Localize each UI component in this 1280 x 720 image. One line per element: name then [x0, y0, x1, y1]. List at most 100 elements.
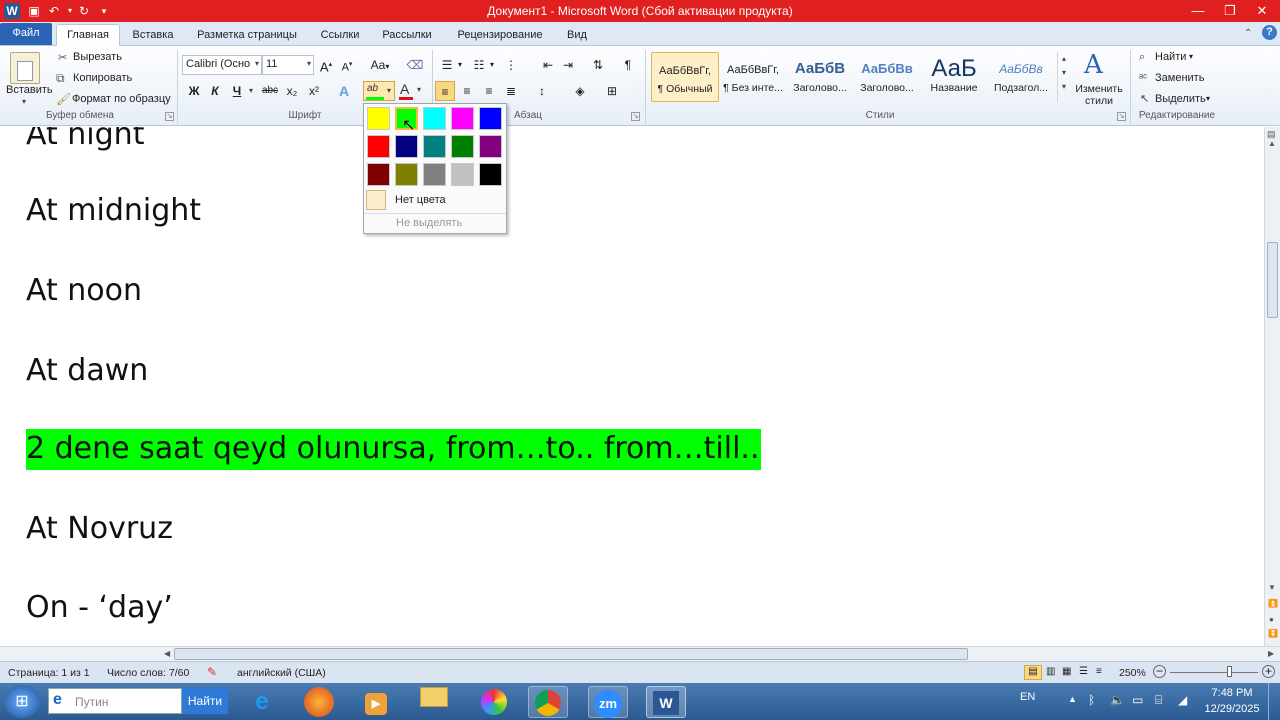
change-case-button[interactable]: Aa▾: [367, 55, 393, 75]
search-button[interactable]: Найти: [182, 688, 228, 714]
print-layout-icon[interactable]: ▤: [1024, 665, 1042, 680]
zoom-app-icon[interactable]: zm: [588, 686, 628, 718]
chevron-down-icon[interactable]: ▾: [417, 85, 421, 94]
clock-time[interactable]: 7:48 PM: [1204, 687, 1260, 699]
full-screen-reading-icon[interactable]: ▥: [1046, 666, 1055, 677]
bold-button[interactable]: Ж: [184, 81, 204, 101]
change-styles-button[interactable]: Изменить стили: [1072, 83, 1126, 107]
show-desktop-button[interactable]: [1268, 683, 1280, 720]
maximize-button[interactable]: ❐: [1214, 0, 1246, 22]
paste-icon[interactable]: [10, 52, 40, 84]
copy-icon[interactable]: ⧉: [56, 71, 65, 86]
colorful-app-icon[interactable]: [474, 686, 514, 718]
bluetooth-icon[interactable]: ᛒ: [1088, 693, 1095, 707]
close-button[interactable]: ✕: [1246, 0, 1278, 22]
cut-button[interactable]: Вырезать: [73, 51, 122, 63]
tray-expand-icon[interactable]: ▲: [1068, 694, 1077, 704]
strikethrough-button[interactable]: abc: [260, 81, 280, 101]
superscript-button[interactable]: x²: [304, 81, 324, 101]
signal-icon[interactable]: ◢: [1178, 693, 1187, 707]
scroll-down-icon[interactable]: ▼: [1268, 583, 1276, 592]
color-swatch[interactable]: [451, 163, 474, 186]
color-swatch[interactable]: [367, 135, 390, 158]
web-layout-icon[interactable]: ▦: [1062, 666, 1071, 677]
style-heading-1[interactable]: АаБбВ Заголово...: [786, 52, 854, 102]
highlight-button[interactable]: ab ▾: [363, 81, 395, 101]
start-button-icon[interactable]: ⊞: [4, 685, 40, 718]
select-button[interactable]: Выделить: [1155, 93, 1206, 105]
chevron-down-icon[interactable]: ▾: [255, 59, 259, 68]
change-styles-icon[interactable]: A: [1084, 50, 1103, 80]
binoculars-icon[interactable]: ⌕: [1139, 51, 1145, 64]
chevron-down-icon[interactable]: ▾: [307, 59, 311, 68]
subscript-button[interactable]: x₂: [282, 81, 302, 101]
display-icon[interactable]: ▭: [1132, 693, 1143, 707]
horizontal-scroll-thumb[interactable]: [174, 648, 968, 660]
search-input[interactable]: Путин: [75, 695, 108, 709]
file-explorer-icon[interactable]: [414, 686, 454, 718]
scroll-right-icon[interactable]: ▶: [1268, 649, 1274, 658]
font-family-combo[interactable]: Calibri (Осно ▾: [182, 55, 262, 75]
grow-font-button[interactable]: A▴: [316, 55, 336, 75]
tab-page-layout[interactable]: Разметка страницы: [190, 26, 304, 46]
draft-icon[interactable]: ≡: [1096, 666, 1102, 677]
bullets-icon[interactable]: ☰: [437, 55, 457, 75]
increase-indent-icon[interactable]: ⇥: [558, 55, 578, 75]
zoom-level[interactable]: 250%: [1119, 667, 1146, 679]
color-swatch[interactable]: [367, 163, 390, 186]
tab-file[interactable]: Файл: [0, 23, 52, 45]
media-player-icon[interactable]: ▶: [356, 686, 396, 718]
scissors-icon[interactable]: ✂: [58, 51, 67, 64]
language-indicator[interactable]: английский (США): [237, 667, 326, 679]
format-painter-button[interactable]: Формат по образцу: [72, 93, 171, 105]
multilevel-list-icon[interactable]: ⋮: [501, 55, 521, 75]
document-page[interactable]: At night At midnight At noon At dawn 2 d…: [0, 127, 1264, 646]
doc-line[interactable]: At Novruz: [26, 511, 173, 546]
doc-line[interactable]: On - ‘day’: [26, 590, 173, 625]
style-subtitle[interactable]: АаБбВв Подзагол...: [987, 52, 1055, 102]
tab-mailings[interactable]: Рассылки: [376, 26, 438, 46]
zoom-slider-thumb[interactable]: [1227, 666, 1232, 677]
doc-line[interactable]: At midnight: [26, 193, 201, 228]
search-box[interactable]: e Путин: [48, 688, 182, 714]
word-count[interactable]: Число слов: 7/60: [107, 667, 189, 679]
format-painter-icon[interactable]: 🖌: [56, 92, 71, 106]
next-page-icon[interactable]: ⏬: [1268, 629, 1278, 638]
zoom-in-icon[interactable]: +: [1262, 665, 1275, 678]
borders-icon[interactable]: ⊞: [602, 81, 622, 101]
line-spacing-icon[interactable]: ↕: [532, 81, 552, 101]
clipboard-launcher-icon[interactable]: ↘: [165, 112, 174, 121]
help-icon[interactable]: ?: [1262, 25, 1277, 40]
underline-button[interactable]: Ч: [227, 81, 247, 101]
clear-formatting-icon[interactable]: ⌫: [405, 55, 425, 75]
minimize-button[interactable]: —: [1182, 0, 1214, 22]
chrome-icon[interactable]: [528, 686, 568, 718]
show-marks-icon[interactable]: ¶: [618, 55, 638, 75]
style-title[interactable]: АаБ Название: [920, 52, 988, 102]
style-no-spacing[interactable]: АаБбВвГг, ¶ Без инте...: [719, 52, 787, 102]
select-cursor-icon[interactable]: ↖: [1140, 92, 1149, 105]
tab-references[interactable]: Ссылки: [314, 26, 366, 46]
browse-object-icon[interactable]: ●: [1269, 615, 1274, 624]
volume-icon[interactable]: 🔈: [1110, 693, 1125, 707]
chevron-down-icon[interactable]: ▾: [387, 86, 391, 95]
italic-button[interactable]: К: [205, 81, 225, 101]
shading-icon[interactable]: ◈: [570, 81, 590, 101]
color-swatch[interactable]: [479, 135, 502, 158]
horizontal-scrollbar[interactable]: ◀ ▶: [0, 646, 1280, 661]
numbering-icon[interactable]: ☷: [469, 55, 489, 75]
sort-icon[interactable]: ⇅: [588, 55, 608, 75]
color-swatch[interactable]: [451, 107, 474, 130]
color-swatch[interactable]: [423, 135, 446, 158]
clock-date[interactable]: 12/29/2025: [1200, 703, 1264, 715]
copy-button[interactable]: Копировать: [73, 72, 132, 84]
replace-icon[interactable]: ᵃᶜ: [1139, 72, 1147, 84]
styles-launcher-icon[interactable]: ↘: [1117, 112, 1126, 121]
minimize-ribbon-icon[interactable]: ⌃: [1244, 28, 1252, 39]
color-swatch[interactable]: [479, 107, 502, 130]
color-swatch[interactable]: [423, 107, 446, 130]
firefox-icon[interactable]: [304, 687, 334, 717]
stop-highlighting-option[interactable]: Не выделять: [396, 217, 462, 229]
network-icon[interactable]: ⌸: [1155, 693, 1162, 708]
color-swatch[interactable]: [395, 163, 418, 186]
